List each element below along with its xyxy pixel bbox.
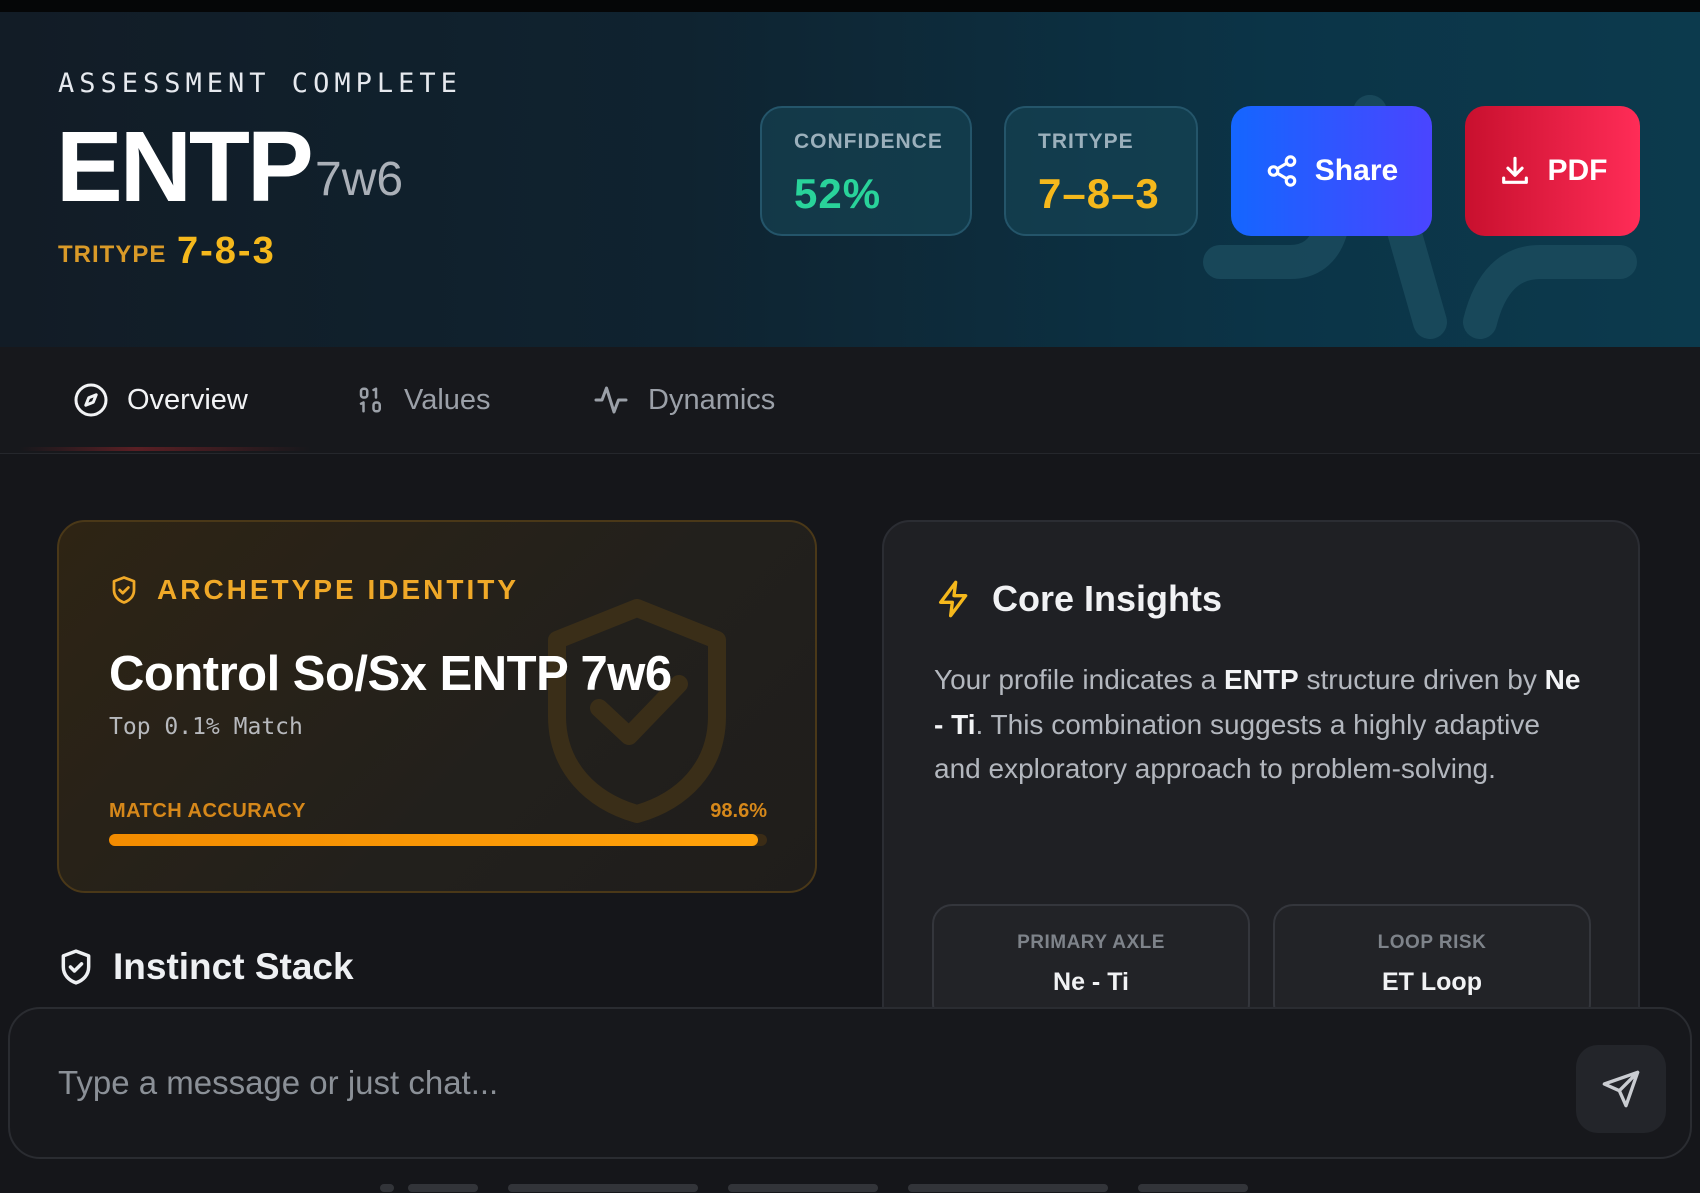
loop-risk-value: ET Loop (1382, 968, 1482, 996)
results-header: ASSESSMENT COMPLETE ENTP 7w6 TRITYPE 7-8… (0, 12, 1700, 347)
tab-overview-label: Overview (127, 383, 248, 416)
tab-dynamics[interactable]: Dynamics (592, 375, 775, 425)
share-icon (1267, 155, 1297, 187)
download-pdf-button[interactable]: PDF (1465, 106, 1640, 236)
tab-dynamics-label: Dynamics (648, 383, 776, 416)
shield-check-icon (61, 949, 91, 985)
pdf-button-label: PDF (1547, 154, 1608, 187)
core-insights-title: Core Insights (992, 578, 1223, 619)
loop-risk-card: LOOP RISK ET Loop (1273, 904, 1591, 1024)
instinct-stack-heading: Instinct Stack (57, 946, 354, 988)
tritype-stat-value: 7–8–3 (1038, 170, 1160, 217)
share-button-label: Share (1314, 154, 1399, 187)
primary-axle-card: PRIMARY AXLE Ne - Ti (932, 904, 1250, 1024)
shield-icon (112, 576, 136, 604)
core-insights-heading: Core Insights (934, 578, 1222, 620)
tritype-stat: TRITYPE 7–8–3 (1004, 106, 1198, 236)
match-accuracy-label: MATCH ACCURACY (109, 800, 306, 822)
window-top-strip (0, 0, 1700, 12)
insight-text-suffix: . This combination suggests a highly ada… (934, 708, 1540, 785)
footer-disclaimer-blur (380, 1176, 1340, 1193)
match-accuracy-bar (109, 834, 767, 846)
compass-icon (74, 383, 108, 417)
active-tab-indicator (20, 447, 310, 451)
shield-check-watermark (548, 599, 726, 823)
primary-axle-label: PRIMARY AXLE (1017, 932, 1165, 953)
chat-composer (8, 1007, 1692, 1159)
core-insights-text: Your profile indicates a ENTP structure … (934, 658, 1594, 792)
archetype-title: Control So/Sx ENTP 7w6 (109, 647, 672, 701)
confidence-value: 52% (794, 170, 882, 217)
result-tabs: Overview Values Dynamics (0, 347, 1700, 454)
binary-icon (359, 387, 381, 413)
enneagram-wing: 7w6 (315, 153, 404, 206)
archetype-heading: ARCHETYPE IDENTITY (109, 574, 519, 606)
archetype-match-rank: Top 0.1% Match (109, 714, 303, 740)
tab-values-label: Values (404, 383, 491, 416)
tab-values[interactable]: Values (356, 375, 491, 425)
instinct-stack-title: Instinct Stack (113, 946, 354, 987)
activity-icon (594, 386, 628, 414)
tritype-stat-label: TRITYPE (1038, 130, 1134, 153)
archetype-identity-card: ARCHETYPE IDENTITY Control So/Sx ENTP 7w… (57, 520, 817, 893)
share-button[interactable]: Share (1231, 106, 1432, 236)
personality-type: ENTP (56, 111, 314, 223)
download-icon (1501, 156, 1528, 184)
send-icon (1602, 1070, 1640, 1108)
confidence-stat: CONFIDENCE 52% (760, 106, 972, 236)
assessment-status: ASSESSMENT COMPLETE (58, 68, 462, 99)
match-accuracy-value: 98.6% (710, 800, 767, 822)
insight-type: ENTP (1224, 664, 1299, 695)
insight-text-mid: structure driven by (1298, 664, 1545, 695)
tritype-label: TRITYPE (58, 241, 167, 268)
lightning-icon (939, 580, 968, 618)
insight-text-prefix: Your profile indicates a (934, 664, 1225, 695)
match-accuracy-fill (109, 834, 758, 846)
send-button[interactable] (1576, 1045, 1666, 1133)
loop-risk-label: LOOP RISK (1377, 932, 1487, 953)
core-insights-card: Core Insights Your profile indicates a E… (882, 520, 1640, 1040)
confidence-label: CONFIDENCE (794, 130, 943, 153)
tab-overview[interactable]: Overview (73, 375, 248, 425)
tritype-value: 7-8-3 (177, 230, 276, 272)
archetype-heading-label: ARCHETYPE IDENTITY (157, 574, 520, 605)
primary-axle-value: Ne - Ti (1053, 968, 1129, 996)
chat-input[interactable] (58, 1053, 1558, 1113)
